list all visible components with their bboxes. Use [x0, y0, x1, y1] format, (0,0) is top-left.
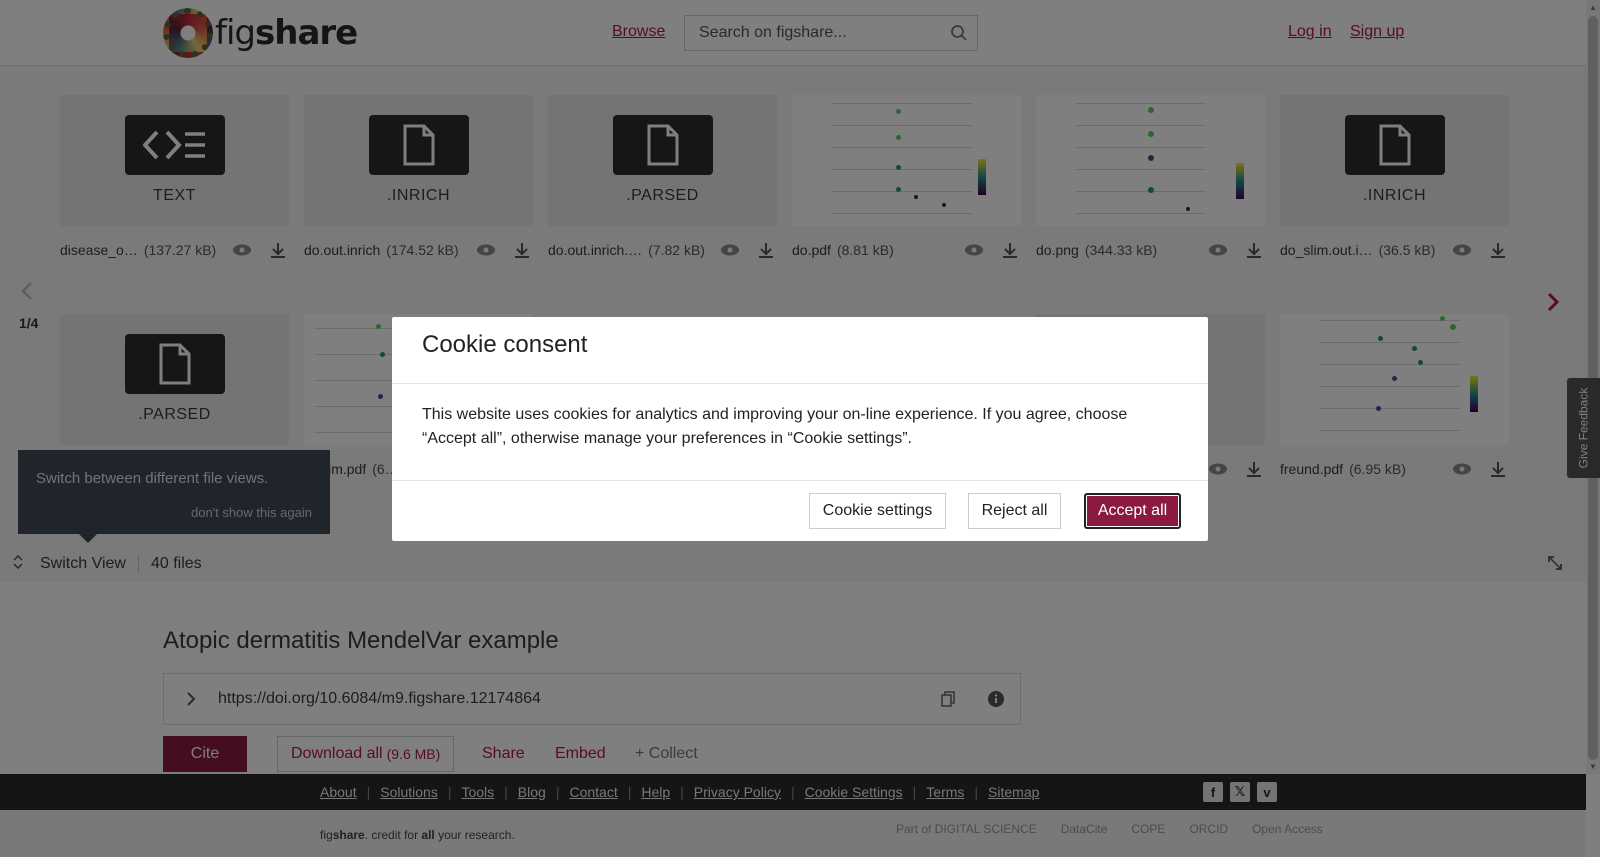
modal-body: This website uses cookies for analytics … — [392, 384, 1208, 481]
cookie-consent-dialog: Cookie consent This website uses cookies… — [392, 317, 1208, 541]
modal-title: Cookie consent — [422, 331, 588, 358]
reject-all-button[interactable]: Reject all — [968, 493, 1061, 529]
modal-header: Cookie consent — [392, 317, 1208, 384]
modal-footer: Cookie settings Reject all Accept all — [392, 481, 1208, 541]
accept-all-button[interactable]: Accept all — [1084, 493, 1181, 529]
cookie-settings-button[interactable]: Cookie settings — [809, 493, 946, 529]
